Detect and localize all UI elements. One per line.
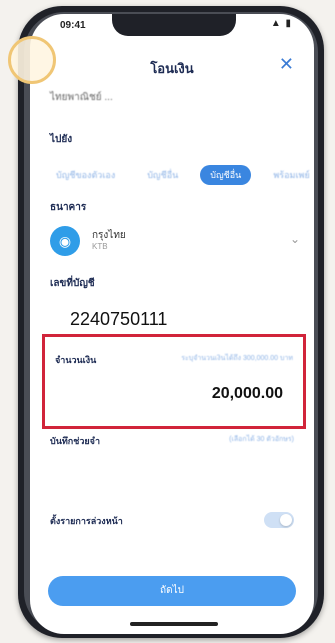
source-account-name: ไทยพาณิชย์ ... bbox=[50, 92, 113, 103]
toggle-knob bbox=[280, 514, 292, 526]
amount-label: จำนวนเงิน bbox=[55, 355, 97, 365]
close-icon[interactable]: ✕ bbox=[279, 54, 294, 75]
bank-selector[interactable]: ◉ กรุงไทย KTB ⌄ bbox=[50, 224, 300, 260]
tab-other-account[interactable]: บัญชีอื่น bbox=[137, 165, 188, 185]
bank-name: กรุงไทย bbox=[92, 230, 126, 241]
amount-value[interactable]: 20,000.00 bbox=[212, 385, 283, 403]
signal-wifi-icon: ▲ ▮ bbox=[270, 18, 292, 29]
page-title: โอนเงิน bbox=[150, 61, 194, 76]
destination-tabs: บัญชีของตัวเอง บัญชีอื่น บัญชีอื่น พร้อม… bbox=[46, 164, 314, 186]
chevron-down-icon: ⌄ bbox=[289, 232, 300, 246]
tab-promptpay[interactable]: พร้อมเพย์ bbox=[263, 165, 314, 185]
schedule-label: ตั้งรายการล่วงหน้า bbox=[50, 516, 123, 526]
schedule-row: ตั้งรายการล่วงหน้า bbox=[50, 510, 294, 532]
status-time: 09:41 bbox=[60, 20, 86, 31]
note-label: บันทึกช่วยจำ bbox=[50, 436, 101, 446]
bank-label: ธนาคาร bbox=[50, 202, 87, 213]
bank-code: KTB bbox=[92, 242, 108, 251]
amount-limit-hint: ระบุจำนวนเงินได้ถึง 300,000.00 บาท bbox=[181, 355, 293, 362]
note-hint: (เลือกได้ 30 ตัวอักษร) bbox=[229, 436, 294, 443]
bank-logo-icon: ◉ bbox=[50, 226, 80, 256]
next-button[interactable]: ถัดไป bbox=[48, 576, 296, 606]
account-number-field[interactable]: 2240750111 bbox=[70, 309, 167, 330]
tab-bank-account[interactable]: บัญชีอื่น bbox=[200, 165, 252, 185]
tab-own-account[interactable]: บัญชีของตัวเอง bbox=[46, 165, 125, 185]
amount-field-highlight[interactable]: จำนวนเงิน ระบุจำนวนเงินได้ถึง 300,000.00… bbox=[42, 334, 306, 429]
notch bbox=[112, 14, 236, 36]
account-number-label: เลขที่บัญชี bbox=[50, 278, 95, 289]
to-section-label: ไปยัง bbox=[50, 134, 73, 145]
schedule-toggle[interactable] bbox=[264, 512, 294, 528]
home-indicator bbox=[130, 622, 218, 626]
app-screen: 09:41 ▲ ▮ โอนเงิน ✕ ไทยพาณิชย์ ... ไปยัง… bbox=[30, 14, 314, 634]
touch-indicator-icon bbox=[8, 36, 56, 84]
